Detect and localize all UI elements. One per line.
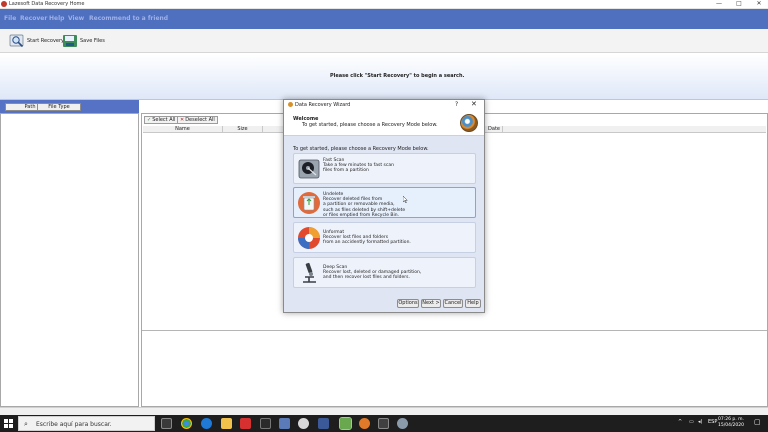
option-fast-scan[interactable]: Fast Scan Take a few minutes to fast sca… bbox=[293, 153, 476, 184]
dialog-header: Welcome To get started, please choose a … bbox=[284, 110, 484, 136]
lazesoft-taskbar-icon[interactable] bbox=[397, 418, 408, 429]
menu-file[interactable]: File bbox=[4, 15, 16, 22]
language-indicator[interactable]: ESP bbox=[708, 419, 717, 425]
panel-divider[interactable] bbox=[142, 330, 767, 331]
app-icon bbox=[1, 1, 7, 7]
media-app-icon[interactable] bbox=[260, 418, 271, 429]
edge-icon[interactable] bbox=[201, 418, 212, 429]
dialog-title: Data Recovery Wizard bbox=[295, 102, 351, 108]
wizard-icon bbox=[288, 102, 293, 107]
file-explorer-icon[interactable] bbox=[221, 418, 232, 429]
clock-app-icon[interactable] bbox=[298, 418, 309, 429]
option-undelete[interactable]: Undelete Recover deleted files from a pa… bbox=[293, 187, 476, 218]
check-icon: ✓ bbox=[147, 117, 152, 123]
toolbar: Start Recovery Save Files bbox=[0, 29, 768, 53]
menu-view[interactable]: View bbox=[68, 15, 84, 22]
save-files-label: Save Files bbox=[80, 38, 105, 44]
recycle-bin-icon bbox=[298, 192, 320, 214]
start-recovery-icon bbox=[9, 34, 24, 48]
option-deep-scan-line: and then recover lost files and folders. bbox=[323, 275, 410, 281]
settings-app-icon[interactable] bbox=[279, 418, 290, 429]
network-icon[interactable]: ▭ bbox=[689, 419, 694, 425]
banner-message: Please click "Start Recovery" to begin a… bbox=[330, 73, 465, 79]
option-undelete-line: a partition or removable media, bbox=[323, 202, 395, 208]
menu-bar: File Recover Help View Recommend to a fr… bbox=[0, 9, 768, 29]
column-name[interactable]: Name bbox=[143, 126, 223, 132]
dialog-intro: To get started, please choose a Recovery… bbox=[293, 146, 429, 152]
search-icon: ⌕ bbox=[24, 420, 28, 428]
microscope-icon bbox=[303, 262, 316, 283]
cancel-button[interactable]: Cancel bbox=[443, 299, 463, 308]
cross-icon: ✕ bbox=[180, 117, 185, 123]
select-all-button[interactable]: ✓ Select All bbox=[144, 116, 179, 124]
chrome-icon[interactable] bbox=[181, 418, 192, 429]
tray-overflow-icon[interactable]: ^ bbox=[678, 419, 682, 425]
browser-app-icon[interactable] bbox=[359, 418, 370, 429]
dialog-body: To get started, please choose a Recovery… bbox=[284, 136, 484, 312]
dialog-help-icon[interactable]: ? bbox=[455, 101, 458, 108]
left-tab-strip: Path File Type bbox=[0, 100, 139, 113]
hard-drive-icon bbox=[298, 159, 320, 179]
save-files-button[interactable]: Save Files bbox=[62, 32, 105, 50]
menu-recommend[interactable]: Recommend to a friend bbox=[89, 15, 168, 22]
unformat-icon bbox=[298, 227, 320, 249]
start-recovery-button[interactable]: Start Recovery bbox=[9, 32, 64, 50]
start-recovery-label: Start Recovery bbox=[27, 38, 64, 44]
save-files-icon bbox=[63, 35, 77, 47]
pdf-reader-icon[interactable] bbox=[240, 418, 251, 429]
notifications-icon[interactable]: ▢ bbox=[754, 418, 761, 426]
deselect-all-button[interactable]: ✕ Deselect All bbox=[177, 116, 218, 124]
data-recovery-wizard-dialog: Data Recovery Wizard ? ✕ Welcome To get … bbox=[283, 99, 485, 313]
deselect-all-label: Deselect All bbox=[185, 117, 215, 123]
window-titlebar: Lazesoft Data Recovery Home — □ ✕ bbox=[0, 0, 768, 9]
active-app-icon[interactable] bbox=[339, 417, 352, 430]
maximize-button[interactable]: □ bbox=[732, 0, 746, 8]
recovery-logo-icon bbox=[460, 114, 478, 132]
dialog-close-button[interactable]: ✕ bbox=[471, 100, 477, 108]
option-deep-scan[interactable]: Deep Scan Recover lost, deleted or damag… bbox=[293, 257, 476, 288]
select-all-label: Select All bbox=[152, 117, 176, 123]
option-fast-scan-line: files from a partition bbox=[323, 168, 369, 174]
task-view-icon[interactable] bbox=[161, 418, 172, 429]
dialog-titlebar: Data Recovery Wizard ? ✕ bbox=[284, 100, 484, 110]
next-button[interactable]: Next > bbox=[421, 299, 441, 308]
mail-app-icon[interactable] bbox=[378, 418, 389, 429]
minimize-button[interactable]: — bbox=[712, 0, 726, 8]
folder-tree-panel[interactable] bbox=[0, 113, 139, 407]
search-placeholder: Escribe aquí para buscar. bbox=[36, 421, 112, 428]
help-button[interactable]: Help bbox=[465, 299, 481, 308]
dialog-header-subtitle: To get started, please choose a Recovery… bbox=[302, 122, 438, 128]
option-undelete-line: or files emptied from Recycle Bin. bbox=[323, 212, 400, 218]
status-banner: Please click "Start Recovery" to begin a… bbox=[0, 54, 768, 100]
close-window-button[interactable]: ✕ bbox=[752, 0, 766, 8]
menu-recover[interactable]: Recover bbox=[20, 15, 47, 22]
window-title: Lazesoft Data Recovery Home bbox=[9, 1, 85, 7]
taskbar-search-box[interactable]: ⌕ Escribe aquí para buscar. bbox=[18, 416, 155, 431]
options-button[interactable]: Options bbox=[397, 299, 419, 308]
volume-icon[interactable]: ◂) bbox=[698, 419, 702, 425]
option-unformat[interactable]: Unformat Recover lost files and folders … bbox=[293, 222, 476, 253]
mouse-cursor-icon bbox=[403, 196, 408, 203]
windows-start-icon[interactable] bbox=[4, 419, 13, 428]
status-bar bbox=[0, 407, 768, 415]
photo-app-icon[interactable] bbox=[318, 418, 329, 429]
column-size[interactable]: Size bbox=[223, 126, 263, 132]
menu-help[interactable]: Help bbox=[49, 15, 64, 22]
taskbar-clock[interactable]: 07:26 p. m. 15/04/2020 bbox=[718, 417, 744, 429]
clock-date: 15/04/2020 bbox=[718, 423, 744, 428]
option-unformat-line: from an accidently formatted partition. bbox=[323, 240, 411, 246]
taskbar: ⌕ Escribe aquí para buscar. ^ ▭ ◂) ESP 0… bbox=[0, 415, 768, 432]
tab-file-type[interactable]: File Type bbox=[37, 103, 81, 111]
